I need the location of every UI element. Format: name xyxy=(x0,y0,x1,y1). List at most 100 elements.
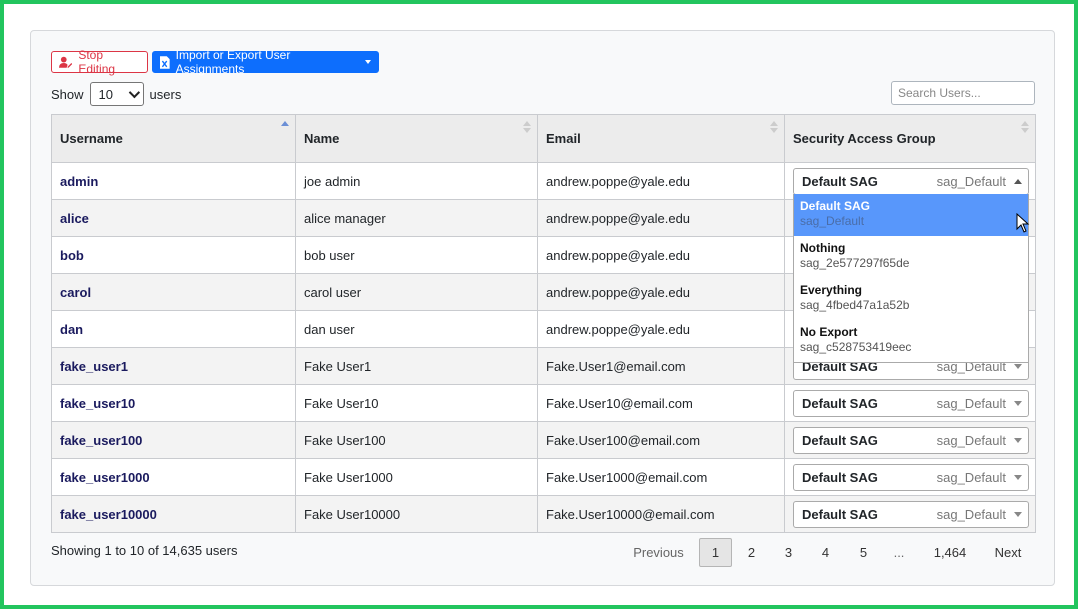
sag-name: Default SAG xyxy=(802,432,878,448)
name-cell: Fake User10 xyxy=(295,384,538,422)
pagination-page[interactable]: 4 xyxy=(812,538,839,567)
name-cell: Fake User1000 xyxy=(295,458,538,496)
column-header-email[interactable]: Email xyxy=(537,114,785,163)
table-row: fake_user10 Fake User10 Fake.User10@emai… xyxy=(51,384,1036,422)
import-export-button[interactable]: Import or Export User Assignments xyxy=(152,48,379,76)
username-cell: dan xyxy=(51,310,296,348)
sag-code: sag_Default xyxy=(936,173,1006,189)
pagination-page[interactable]: 1 xyxy=(699,538,732,567)
sort-asc-icon xyxy=(281,121,289,126)
username-cell: fake_user10 xyxy=(51,384,296,422)
sag-option-default[interactable]: Default SAG sag_Default xyxy=(794,194,1030,236)
sag-option-nothing[interactable]: Nothing sag_2e577297f65de xyxy=(794,236,1028,278)
sag-code: sag_Default xyxy=(936,506,1006,522)
caret-down-icon xyxy=(1014,400,1022,406)
sag-cell: Default SAG sag_Default xyxy=(784,384,1036,422)
pagination-next[interactable]: Next xyxy=(986,538,1030,567)
mouse-pointer-icon xyxy=(1016,213,1030,233)
column-header-name[interactable]: Name xyxy=(295,114,538,163)
page-length-select[interactable]: 10 xyxy=(89,82,144,106)
name-cell: joe admin xyxy=(295,162,538,200)
username-cell: admin xyxy=(51,162,296,200)
name-cell: alice manager xyxy=(295,199,538,237)
pagination-page[interactable]: 1,464 xyxy=(925,538,975,567)
username-cell: bob xyxy=(51,236,296,274)
pagination-page[interactable]: 2 xyxy=(738,538,765,567)
email-cell: andrew.poppe@yale.edu xyxy=(537,273,785,311)
caret-down-icon xyxy=(1014,437,1022,443)
name-cell: Fake User1 xyxy=(295,347,538,385)
sag-code: sag_Default xyxy=(936,395,1006,411)
sag-select[interactable]: Default SAG sag_Default xyxy=(793,500,1029,528)
caret-down-icon xyxy=(1014,511,1022,517)
email-cell: andrew.poppe@yale.edu xyxy=(537,199,785,237)
email-cell: Fake.User10@email.com xyxy=(537,384,785,422)
sag-select[interactable]: Default SAG sag_Default xyxy=(793,389,1029,417)
sag-cell: Default SAG sag_Default xyxy=(784,421,1036,459)
sag-name: Default SAG xyxy=(802,173,878,189)
name-cell: Fake User10000 xyxy=(295,495,538,533)
caret-down-icon xyxy=(1014,363,1022,369)
username-cell: fake_user1 xyxy=(51,347,296,385)
name-cell: bob user xyxy=(295,236,538,274)
file-excel-icon xyxy=(160,55,170,69)
table-row: fake_user10000 Fake User10000 Fake.User1… xyxy=(51,495,1036,533)
sort-icon xyxy=(770,121,778,133)
show-label: Show xyxy=(51,86,84,102)
sag-option-everything[interactable]: Everything sag_4fbed47a1a52b xyxy=(794,278,1028,320)
pagination-ellipsis: ... xyxy=(893,545,905,560)
email-cell: andrew.poppe@yale.edu xyxy=(537,162,785,200)
users-panel: Stop Editing Import or Export User Assig… xyxy=(30,30,1055,586)
page-length-value: 10 xyxy=(98,86,113,102)
sag-option-no-export[interactable]: No Export sag_c528753419eec xyxy=(794,320,1028,362)
email-cell: andrew.poppe@yale.edu xyxy=(537,236,785,274)
email-cell: Fake.User100@email.com xyxy=(537,421,785,459)
import-export-label: Import or Export User Assignments xyxy=(175,48,291,76)
user-edit-icon xyxy=(59,56,73,68)
sag-cell: Default SAG sag_Default xyxy=(784,495,1036,533)
username-cell: alice xyxy=(51,199,296,237)
caret-down-icon xyxy=(1014,474,1022,480)
sag-name: Default SAG xyxy=(802,469,878,485)
email-cell: andrew.poppe@yale.edu xyxy=(537,310,785,348)
caret-up-icon xyxy=(1014,178,1022,184)
pagination-page[interactable]: 5 xyxy=(850,538,877,567)
sag-name: Default SAG xyxy=(802,506,878,522)
sag-code: sag_Default xyxy=(936,469,1006,485)
username-cell: carol xyxy=(51,273,296,311)
users-label: users xyxy=(149,86,182,102)
sort-icon xyxy=(1021,121,1029,133)
sag-name: Default SAG xyxy=(802,395,878,411)
table-info: Showing 1 to 10 of 14,635 users xyxy=(51,543,238,558)
username-cell: fake_user100 xyxy=(51,421,296,459)
username-cell: fake_user10000 xyxy=(51,495,296,533)
column-header-username[interactable]: Username xyxy=(51,114,296,163)
table-row: fake_user1000 Fake User1000 Fake.User100… xyxy=(51,458,1036,496)
search-placeholder: Search Users... xyxy=(898,86,981,100)
table-row: fake_user100 Fake User100 Fake.User100@e… xyxy=(51,421,1036,459)
length-control: Show 10 users xyxy=(51,82,181,106)
search-input[interactable]: Search Users... xyxy=(891,81,1035,105)
table-header-row: Username Name Email Security Access Grou… xyxy=(51,114,1036,163)
username-cell: fake_user1000 xyxy=(51,458,296,496)
sag-select[interactable]: Default SAG sag_Default xyxy=(793,426,1029,454)
sag-select[interactable]: Default SAG sag_Default xyxy=(793,463,1029,491)
chevron-down-icon xyxy=(128,86,140,99)
stop-editing-label: Stop Editing xyxy=(78,48,116,76)
pagination-page[interactable]: 3 xyxy=(775,538,802,567)
sag-cell: Default SAG sag_Default xyxy=(784,458,1036,496)
sag-dropdown-list: Default SAG sag_Default Nothing sag_2e57… xyxy=(793,194,1030,363)
caret-down-icon xyxy=(365,60,371,64)
sag-select[interactable]: Default SAG sag_Default xyxy=(793,167,1029,195)
name-cell: carol user xyxy=(295,273,538,311)
column-header-sag[interactable]: Security Access Group xyxy=(784,114,1036,163)
sort-icon xyxy=(523,121,531,133)
email-cell: Fake.User1000@email.com xyxy=(537,458,785,496)
name-cell: dan user xyxy=(295,310,538,348)
email-cell: Fake.User1@email.com xyxy=(537,347,785,385)
stop-editing-button[interactable]: Stop Editing xyxy=(51,48,148,76)
pagination-previous[interactable]: Previous xyxy=(626,538,691,567)
screenshot-frame: Stop Editing Import or Export User Assig… xyxy=(0,0,1078,609)
name-cell: Fake User100 xyxy=(295,421,538,459)
email-cell: Fake.User10000@email.com xyxy=(537,495,785,533)
